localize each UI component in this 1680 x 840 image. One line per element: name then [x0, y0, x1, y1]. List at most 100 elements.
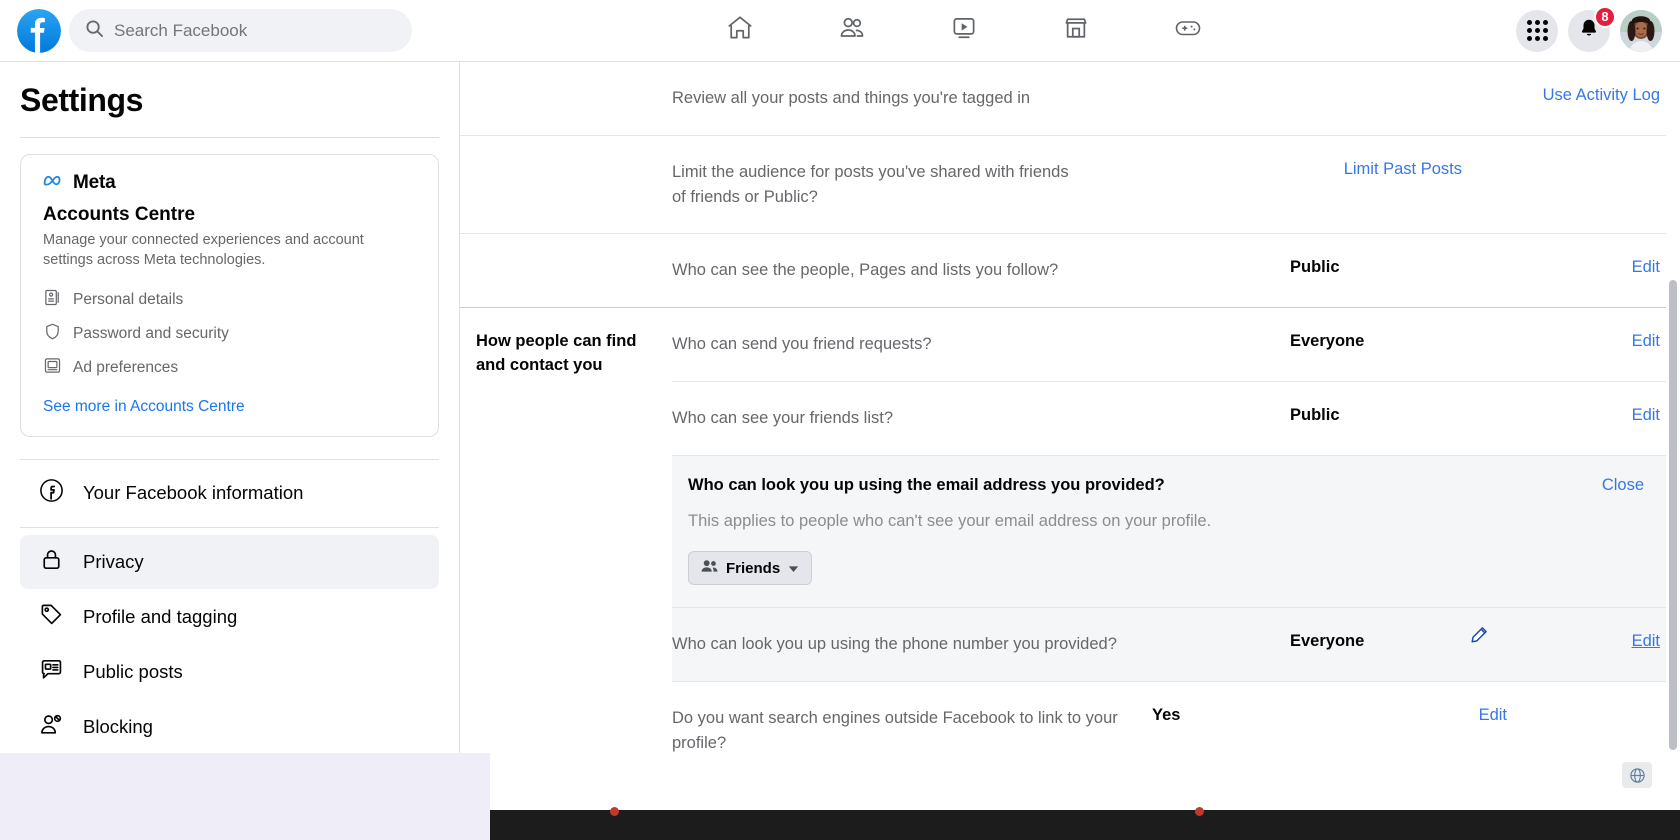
globe-icon[interactable]	[1622, 762, 1652, 788]
edit-link[interactable]: Edit	[1490, 234, 1680, 301]
setting-value	[1290, 62, 1490, 110]
setting-question: Who can look you up using the phone numb…	[672, 635, 1117, 654]
sidebar-item-label: Public posts	[83, 661, 183, 683]
setting-row-activity-log: Review all your posts and things you're …	[672, 62, 1680, 135]
accounts-centre-item-ad-preferences[interactable]: Ad preferences	[43, 351, 416, 385]
setting-row-friends-list: Who can see your friends list? Public Ed…	[672, 382, 1680, 456]
sidebar-item-your-facebook-information[interactable]: Your Facebook information	[20, 466, 439, 520]
sidebar-item-profile-and-tagging[interactable]: Profile and tagging	[20, 590, 439, 644]
lock-icon	[38, 546, 65, 578]
grid-menu-dots	[1526, 20, 1548, 41]
setting-row-see-follows: Who can see the people, Pages and lists …	[672, 234, 1680, 307]
content-scrollbar-track[interactable]	[1666, 62, 1680, 840]
marketplace-icon	[1061, 13, 1091, 48]
sidebar-item-public-posts[interactable]: Public posts	[20, 645, 439, 699]
expanded-panel-header: Who can look you up using the email addr…	[688, 476, 1664, 495]
edit-link[interactable]: Edit	[1490, 308, 1680, 375]
edit-link[interactable]: Edit	[1337, 682, 1527, 749]
meta-brand-label: Meta	[73, 172, 116, 193]
sidebar-item-label: Your Facebook information	[83, 482, 304, 504]
section-label-empty	[460, 234, 672, 278]
accounts-centre-item-personal-details[interactable]: Personal details	[43, 283, 416, 317]
meta-infinity-icon	[43, 173, 66, 193]
meta-brand-row: Meta	[43, 172, 416, 194]
sidebar-item-privacy[interactable]: Privacy	[20, 535, 439, 590]
nav-tab-marketplace[interactable]	[1020, 3, 1132, 59]
content-scrollbar-thumb[interactable]	[1669, 280, 1677, 750]
bottom-purple-overlay	[0, 753, 490, 840]
shield-icon	[43, 322, 62, 346]
header-right-group: 8	[1516, 5, 1680, 52]
accounts-centre-title: Accounts Centre	[43, 204, 196, 225]
limit-past-posts-link[interactable]: Limit Past Posts	[1292, 136, 1482, 203]
setting-question: Who can see the people, Pages and lists …	[672, 261, 1059, 280]
audience-value-label: Friends	[726, 559, 781, 577]
speech-bubble-icon	[38, 656, 65, 688]
nav-tab-friends[interactable]	[796, 3, 908, 59]
taskbar-indicator-right	[1195, 807, 1204, 816]
title-divider	[20, 137, 439, 138]
sidebar-item-label: Privacy	[83, 551, 144, 573]
section-heading: How people can find and contact you	[476, 332, 637, 374]
section-label-empty	[460, 62, 672, 106]
edit-link-label: Edit	[1631, 632, 1660, 651]
privacy-settings-content: Review all your posts and things you're …	[460, 62, 1680, 840]
use-activity-log-link[interactable]: Use Activity Log	[1490, 62, 1680, 129]
nav-tab-home[interactable]	[684, 3, 796, 59]
nav-tab-video[interactable]	[908, 3, 1020, 59]
sidebar-item-blocking[interactable]: Blocking	[20, 700, 439, 754]
expanded-panel-title: Who can look you up using the email addr…	[688, 475, 1165, 494]
section-label-empty	[460, 136, 672, 180]
setting-question: Do you want search engines outside Faceb…	[672, 709, 1118, 752]
search-input[interactable]	[114, 20, 396, 41]
edit-link[interactable]: Edit	[1490, 382, 1680, 449]
setting-row-search-engines: Do you want search engines outside Faceb…	[672, 682, 1680, 780]
settings-sidebar: Settings Meta Accounts Centre Manage you…	[0, 62, 460, 840]
search-icon	[85, 19, 104, 43]
id-card-icon	[43, 288, 62, 312]
user-block-icon	[38, 711, 65, 743]
search-box[interactable]	[69, 9, 412, 52]
setting-row-phone-lookup[interactable]: Who can look you up using the phone numb…	[672, 607, 1680, 682]
header-nav-tabs	[412, 3, 1516, 59]
audience-selector-button[interactable]: Friends	[688, 551, 813, 586]
setting-value: Public	[1290, 405, 1340, 424]
user-avatar[interactable]	[1620, 9, 1662, 52]
see-more-accounts-centre-link[interactable]: See more in Accounts Centre	[43, 398, 245, 416]
settings-rows-container: Review all your posts and things you're …	[460, 62, 1680, 780]
setting-value: Public	[1290, 258, 1340, 277]
expanded-email-lookup-panel: Who can look you up using the email addr…	[672, 455, 1680, 608]
accounts-centre-item-password-security[interactable]: Password and security	[43, 317, 416, 351]
chevron-down-icon	[788, 560, 799, 577]
facebook-logo-icon[interactable]	[17, 8, 61, 53]
setting-question: Limit the audience for posts you've shar…	[672, 162, 1069, 206]
header-left-group	[0, 8, 412, 53]
monitor-icon	[43, 356, 62, 380]
close-link[interactable]: Close	[1582, 476, 1664, 495]
page-body: Settings Meta Accounts Centre Manage you…	[0, 62, 1680, 840]
sidebar-divider-mid	[20, 527, 439, 529]
setting-question: Who can see your friends list?	[672, 408, 894, 427]
top-navigation-bar: 8	[0, 0, 1680, 62]
sidebar-divider-top	[20, 459, 439, 461]
nav-tab-gaming[interactable]	[1132, 3, 1244, 59]
setting-row-friend-requests: Who can send you friend requests? Everyo…	[672, 308, 1680, 382]
facebook-circle-icon	[38, 477, 65, 509]
setting-question: Review all your posts and things you're …	[672, 89, 1031, 107]
notifications-button[interactable]: 8	[1568, 5, 1616, 52]
tag-icon	[38, 601, 65, 633]
setting-value: Everyone	[1290, 332, 1365, 350]
home-icon	[725, 13, 755, 48]
setting-value	[1092, 136, 1292, 184]
edit-link-hovered[interactable]: Edit	[1490, 608, 1680, 675]
accounts-centre-item-label: Password and security	[73, 325, 229, 343]
grid-menu-icon[interactable]	[1516, 9, 1558, 52]
video-icon	[949, 13, 979, 48]
setting-question: Who can send you friend requests?	[672, 335, 932, 353]
expanded-panel-description: This applies to people who can't see you…	[688, 511, 1212, 530]
accounts-centre-item-label: Personal details	[73, 291, 184, 309]
gaming-icon	[1172, 12, 1204, 49]
sidebar-item-label: Profile and tagging	[83, 606, 238, 628]
accounts-centre-card: Meta Accounts Centre Manage your connect…	[20, 154, 439, 438]
accounts-centre-item-label: Ad preferences	[73, 359, 179, 377]
